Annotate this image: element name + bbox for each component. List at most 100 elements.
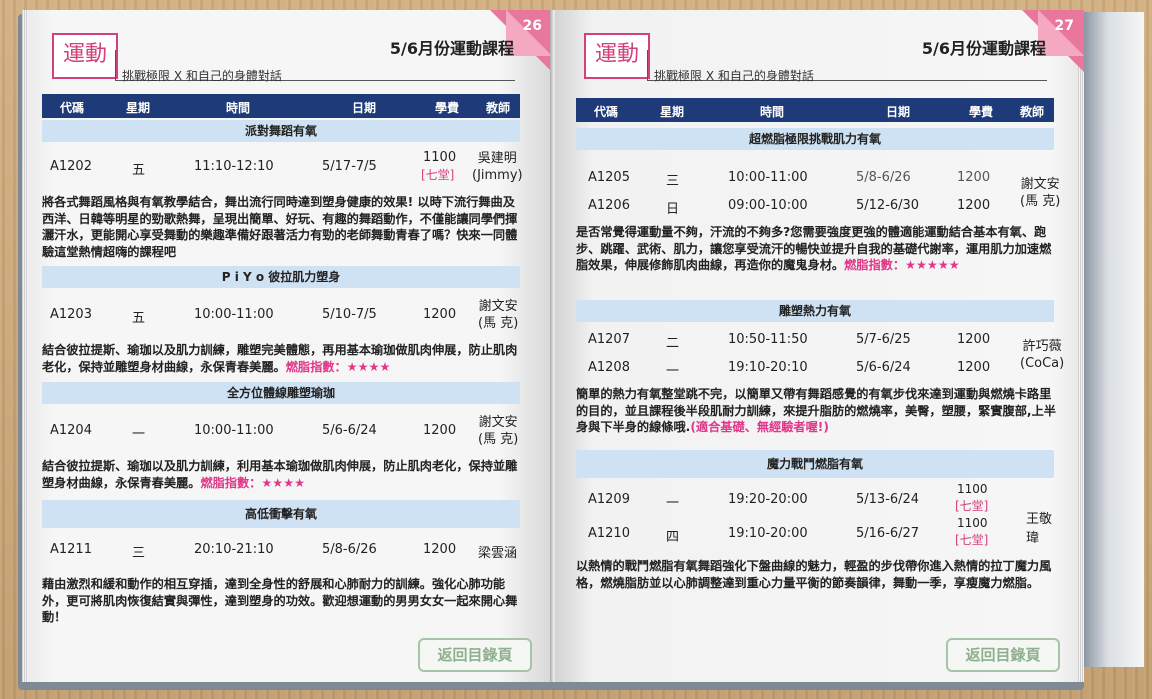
course-date: 5/10-7/5: [322, 307, 377, 322]
course-day: 五: [132, 311, 146, 326]
course-day: 一: [666, 364, 680, 379]
course-time: 10:00-11:00: [194, 423, 274, 438]
course-date: 5/7-6/25: [856, 332, 911, 347]
page-subtitle: 挑戰極限 X 和自己的身體對話: [654, 69, 814, 83]
description-text: 藉由激烈和緩和動作的相互穿插，達到全身性的舒展和心肺耐力的訓練。強化心肺功能外，…: [42, 577, 518, 624]
course-time: 10:00-11:00: [194, 307, 274, 322]
divider: [115, 50, 116, 80]
course-group-title: 超燃脂極限挑戰肌力有氧: [576, 128, 1054, 150]
course-date: 5/8-6/26: [322, 542, 377, 557]
col-header-day: 星期: [660, 105, 685, 119]
course-day: 三: [132, 546, 146, 561]
course-group-title: 高低衝擊有氧: [42, 500, 520, 528]
course-day: 日: [666, 202, 680, 217]
table-header: 代碼 星期 時間 日期 學費 教師: [42, 94, 520, 118]
fee-note: [七堂]: [955, 499, 989, 513]
col-header-fee: 學費: [969, 105, 994, 119]
page-edge: [22, 10, 28, 682]
table-row: A1202 五 11:10-12:10 5/17-7/5 1100 [七堂] 吳…: [42, 146, 523, 186]
course-time: 20:10-21:10: [194, 542, 274, 557]
course-fee: 1100: [423, 150, 457, 165]
course-code: A1209: [588, 492, 630, 507]
course-time: 11:10-12:10: [194, 159, 274, 174]
course-group-title: 雕塑熱力有氧: [576, 300, 1054, 322]
description-text: 將各式舞蹈風格與有氧教學結合，舞出流行同時達到塑身健康的效果! 以時下流行舞曲及…: [42, 195, 518, 259]
course-teacher: 吳建明 (Jimmy): [472, 151, 523, 183]
course-description: 將各式舞蹈風格與有氧教學結合，舞出流行同時達到塑身健康的效果! 以時下流行舞曲及…: [42, 194, 522, 260]
back-to-index-button[interactable]: 返回目錄頁: [418, 638, 532, 672]
course-date: 5/17-7/5: [322, 159, 377, 174]
course-group-title: 全方位體線雕塑瑜珈: [42, 382, 520, 404]
col-header-code: 代碼: [594, 105, 619, 119]
course-fee: 1200: [957, 170, 991, 185]
course-fee: 1200: [423, 423, 457, 438]
course-date: 5/6-6/24: [856, 360, 911, 375]
table-row: A1211 三 20:10-21:10 5/8-6/26 1200 梁雲涵: [42, 532, 520, 568]
page-subtitle: 挑戰極限 X 和自己的身體對話: [122, 69, 282, 83]
course-description: 以熱情的戰鬥燃脂有氧舞蹈強化下盤曲線的魅力，輕盈的步伐帶你進入熱情的拉丁魔力風格…: [576, 558, 1056, 591]
fat-index: 燃脂指數：★★★★: [285, 359, 391, 374]
course-code: A1204: [50, 423, 92, 438]
col-header-teacher: 教師: [1020, 105, 1045, 119]
section-label: 運動: [52, 33, 118, 79]
course-time: 19:20-20:00: [728, 492, 808, 507]
table-row: A1204 一 10:00-11:00 5/6-6/24 1200 謝文安 (馬…: [42, 408, 520, 450]
course-fee: 1100: [957, 516, 988, 530]
col-header-time: 時間: [226, 101, 251, 115]
course-fee: 1200: [957, 198, 991, 213]
col-header-time: 時間: [760, 105, 785, 119]
course-fee: 1200: [423, 307, 457, 322]
fat-index: (適合基礎、無經驗者喔!): [690, 420, 829, 434]
course-fee: 1100: [957, 482, 988, 496]
course-code: A1208: [588, 360, 630, 375]
course-date: 5/8-6/26: [856, 170, 911, 185]
course-rows: A1205 三 10:00-11:00 5/8-6/26 1200 A1206 …: [576, 156, 1060, 220]
course-time: 10:00-11:00: [728, 170, 808, 185]
description-text: 是否常覺得運動量不夠，汗流的不夠多?您需要強度更強的體適能運動結合基本有氧、跑步…: [576, 225, 1052, 272]
page-number: 27: [1054, 18, 1074, 34]
course-day: 五: [132, 163, 146, 178]
fat-index: 燃脂指數：★★★★★: [844, 258, 960, 272]
course-time: 10:50-11:50: [728, 332, 808, 347]
col-header-date: 日期: [886, 105, 911, 119]
page-number: 26: [522, 18, 542, 34]
col-header-code: 代碼: [60, 101, 85, 115]
course-description: 結合彼拉提斯、瑜珈以及肌力訓練，雕塑完美體態，再用基本瑜珈做肌肉伸展，防止肌肉老…: [42, 342, 522, 375]
course-description: 結合彼拉提斯、瑜珈以及肌力訓練，利用基本瑜珈做肌肉伸展，防止肌肉老化，保持並雕塑…: [42, 458, 522, 491]
col-header-date: 日期: [352, 101, 377, 115]
course-teacher: 謝文安 (馬 克): [1020, 177, 1061, 209]
next-page-strip: [1084, 12, 1144, 667]
course-description: 簡單的熱力有氧整堂跳不完，以簡單又帶有舞蹈感覺的有氧步伐來達到運動與燃燒卡路里的…: [576, 386, 1056, 436]
fee-note: [七堂]: [421, 168, 455, 182]
book: 26 運動 挑戰極限 X 和自己的身體對話 5/6月份運動課程 代碼 星期 時間…: [14, 10, 1084, 690]
course-rows: A1207 二 10:50-11:50 5/7-6/25 1200 A1208 …: [576, 326, 1064, 384]
back-to-index-button[interactable]: 返回目錄頁: [946, 638, 1060, 672]
course-code: A1203: [50, 307, 92, 322]
course-teacher: 許巧薇 (CoCa): [1020, 339, 1065, 371]
col-header-fee: 學費: [435, 101, 460, 115]
course-time: 09:00-10:00: [728, 198, 808, 213]
course-teacher: 梁雲涵: [478, 546, 518, 561]
course-time: 19:10-20:00: [728, 526, 808, 541]
course-description: 是否常覺得運動量不夠，汗流的不夠多?您需要強度更強的體適能運動結合基本有氧、跑步…: [576, 224, 1056, 274]
course-code: A1207: [588, 332, 630, 347]
course-fee: 1200: [423, 542, 457, 557]
course-code: A1206: [588, 198, 630, 213]
course-date: 5/16-6/27: [856, 526, 920, 541]
course-fee: 1200: [957, 360, 991, 375]
course-code: A1211: [50, 542, 92, 557]
left-page: 26 運動 挑戰極限 X 和自己的身體對話 5/6月份運動課程 代碼 星期 時間…: [22, 10, 552, 682]
col-header-day: 星期: [126, 101, 151, 115]
fat-index: 燃脂指數：★★★★: [200, 475, 306, 490]
right-page: 27 運動 挑戰極限 X 和自己的身體對話 5/6月份運動課程 代碼 星期 時間…: [556, 10, 1084, 682]
course-rows: A1209 一 19:20-20:00 5/13-6/24 1100 [七堂] …: [576, 482, 1054, 554]
page-title: 5/6月份運動課程: [389, 39, 514, 58]
col-header-teacher: 教師: [486, 101, 511, 115]
course-date: 5/6-6/24: [322, 423, 377, 438]
description-text: 結合彼拉提斯、瑜珈以及肌力訓練，雕塑完美體態，再用基本瑜珈做肌肉伸展，防止肌肉老…: [42, 343, 518, 374]
course-code: A1205: [588, 170, 630, 185]
course-teacher: 謝文安 (馬 克): [478, 299, 519, 331]
course-time: 19:10-20:10: [728, 360, 808, 375]
course-teacher: 謝文安 (馬 克): [478, 415, 519, 447]
course-group-title: 魔力戰鬥燃脂有氧: [576, 450, 1054, 478]
